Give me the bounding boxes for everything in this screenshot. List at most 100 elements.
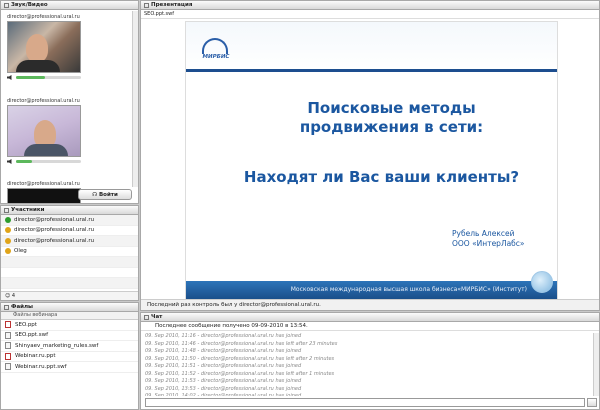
video-user-name: director@professional.ural.ru [7, 181, 80, 187]
person-figure [26, 34, 48, 62]
ppt-file-icon [5, 352, 11, 360]
presentation-panel: Презентация SEO.ppt.swf МИРБИС Поисковые… [140, 0, 600, 311]
chat-message: 09. Sep 2010, 11:50 - director@professio… [145, 355, 335, 362]
slide-footer: Московская международная высшая школа би… [186, 281, 557, 299]
video-feed [7, 21, 81, 73]
participant-name: director@professional.ural.ru [14, 237, 95, 244]
slide: МИРБИС Поисковые методы продвижения в се… [185, 21, 558, 300]
chat-message: 09. Sep 2010, 13:53 - director@professio… [145, 385, 302, 392]
file-row[interactable]: SEO.ppt.swf [1, 331, 138, 341]
video-tile: director@professional.ural.ru [7, 13, 81, 82]
user-icon [5, 227, 11, 234]
video-feed [7, 105, 81, 157]
slide-subtitle: Находят ли Вас ваши клиенты? [243, 168, 520, 186]
chat-message: 09. Sep 2010, 14:02 - director@professio… [145, 393, 302, 396]
speaker-icon[interactable] [7, 75, 12, 80]
logo-arch-icon [202, 38, 228, 54]
chat-last-message-info: Последнее сообщение получено 09-09-2010 … [141, 322, 599, 331]
panel-menu-icon[interactable] [4, 207, 9, 213]
panel-title: Участники [11, 207, 45, 213]
file-row[interactable]: Shinyaev_marketing_rules.swf [1, 341, 138, 352]
scrollbar[interactable] [593, 333, 599, 396]
headset-icon: ☊ [92, 192, 99, 198]
files-folder-header[interactable]: Файлы вебинара [1, 312, 138, 320]
file-row[interactable]: Webinar.ru.ppt.swf [1, 362, 138, 373]
panel-menu-icon[interactable] [4, 2, 9, 8]
volume-fill [16, 160, 33, 163]
participant-row[interactable]: Oleg [1, 247, 138, 257]
person-body [24, 144, 68, 156]
chat-input[interactable] [145, 398, 585, 407]
chat-messages: 09. Sep 2010, 11:16 - director@professio… [141, 333, 593, 396]
volume-slider[interactable] [16, 160, 81, 163]
panel-header: Файлы [1, 303, 138, 312]
slide-author-company: ООО «ИнтерЛабс» [452, 239, 525, 248]
panel-header: Участники [1, 206, 138, 215]
chat-panel: Чат Последнее сообщение получено 09-09-2… [140, 312, 600, 410]
enter-button[interactable]: ☊ Войти [78, 189, 132, 200]
globe-icon [531, 271, 553, 293]
speaker-icon[interactable] [7, 159, 12, 164]
files-list: SEO.ppt SEO.ppt.swf Shinyaev_marketing_rul… [1, 320, 138, 373]
video-user-name: director@professional.ural.ru [7, 98, 80, 104]
volume-fill [16, 76, 46, 79]
chat-message: 09. Sep 2010, 11:52 - director@professio… [145, 370, 335, 377]
participant-row[interactable]: director@professional.ural.ru [1, 236, 138, 247]
participant-row[interactable]: director@professional.ural.ru [1, 226, 138, 236]
empty-row [1, 257, 138, 268]
panel-title: Презентация [151, 2, 193, 8]
chat-message: 09. Sep 2010, 11:46 - director@professio… [145, 340, 338, 347]
participant-name: director@professional.ural.ru [14, 216, 95, 223]
user-icon [5, 237, 11, 244]
volume-control [7, 73, 81, 82]
ppt-file-icon [5, 321, 11, 329]
participants-footer: ☺ 4 [1, 291, 138, 300]
participant-row[interactable]: director@professional.ural.ru [1, 215, 138, 226]
video-user-name: director@professional.ural.ru [7, 14, 80, 20]
presentation-status: Последний раз контроль был у director@pr… [141, 299, 599, 310]
user-icon: ☺ [5, 293, 12, 299]
panel-menu-icon[interactable] [144, 2, 149, 8]
slide-author-name: Рубель Алексей [452, 229, 515, 238]
swf-file-icon [5, 363, 11, 371]
slide-divider [186, 69, 557, 72]
file-name: Shinyaev_marketing_rules.swf [15, 342, 99, 349]
video-tile: director@professional.ural.ru [7, 97, 81, 166]
participant-name: director@professional.ural.ru [14, 227, 95, 234]
chat-message: 09. Sep 2010, 11:48 - director@professio… [145, 348, 302, 354]
chat-message: 09. Sep 2010, 11:16 - director@professio… [145, 333, 302, 339]
participants-list: director@professional.ural.ru director@pr… [1, 215, 138, 289]
swf-file-icon [5, 331, 11, 339]
panel-header: Звук/Видео [1, 1, 138, 10]
file-name: SEO.ppt [15, 321, 37, 328]
file-name: Webinar.ru.ppt.swf [15, 363, 67, 370]
slide-header-band [186, 22, 557, 69]
chat-message: 09. Sep 2010, 11:51 - director@professio… [145, 363, 302, 369]
panel-title: Файлы [11, 304, 34, 310]
presentation-file-name: SEO.ppt.swf [141, 10, 599, 19]
empty-row [1, 278, 138, 289]
panel-header: Чат [141, 313, 599, 322]
person-body [16, 60, 60, 72]
user-icon [5, 248, 11, 255]
video-tile: director@professional.ural.ru [7, 180, 81, 203]
audio-video-panel: Звук/Видео director@professional.ural.ru… [0, 0, 139, 204]
video-feed [7, 188, 81, 203]
panel-menu-icon[interactable] [144, 314, 149, 320]
scrollbar[interactable] [132, 11, 138, 187]
file-row[interactable]: Webinar.ru.ppt [1, 352, 138, 362]
presenter-user-icon [5, 216, 11, 223]
panel-menu-icon[interactable] [4, 304, 9, 310]
empty-row [1, 268, 138, 278]
participants-panel: Участники director@professional.ural.ru d… [0, 205, 139, 301]
volume-control [7, 157, 81, 166]
file-row[interactable]: SEO.ppt [1, 320, 138, 331]
file-name: SEO.ppt.swf [15, 332, 49, 339]
slide-title-line-2: продвижения в сети: [299, 118, 484, 136]
swf-file-icon [5, 342, 11, 350]
file-name: Webinar.ru.ppt [15, 353, 56, 360]
volume-slider[interactable] [16, 76, 81, 79]
slide-title-line-1: Поисковые методы [307, 99, 476, 117]
send-button[interactable] [587, 398, 597, 407]
participant-name: Oleg [14, 248, 27, 255]
